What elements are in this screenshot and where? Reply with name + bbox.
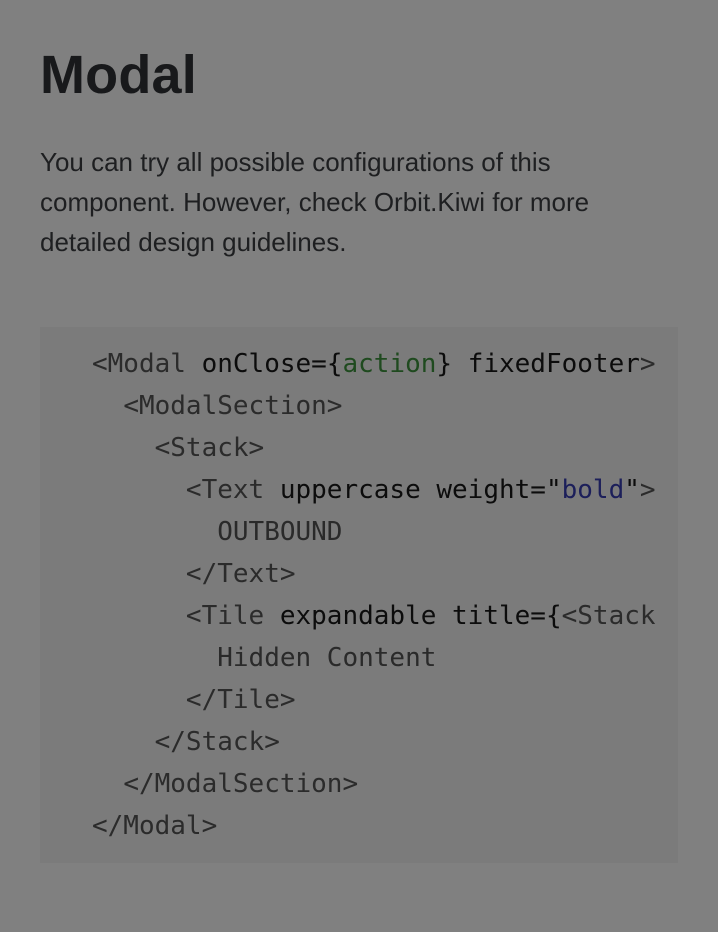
code-token-tag: <ModalSection>: [123, 391, 343, 421]
code-line: <Text uppercase weight="bold">: [92, 469, 656, 511]
code-token-str-green: action: [342, 349, 437, 379]
doc-page: Modal You can try all possible configura…: [40, 42, 678, 262]
code-token-tag: </ModalSection>: [123, 769, 359, 799]
code-token-tag: <Modal: [92, 349, 202, 379]
code-token-tag: >: [639, 475, 656, 505]
code-token-tag: </Text>: [185, 559, 296, 589]
code-token-attr: } fixedFooter: [436, 349, 640, 379]
code-token-tag: <Tile: [185, 601, 280, 631]
code-line: </Modal>: [92, 805, 656, 847]
code-line: <Tile expandable title={<Stack: [92, 595, 656, 637]
code-token-tag: <Stack>: [154, 433, 265, 463]
code-token-attr: onClose=: [201, 349, 327, 379]
code-token-attr: uppercase weight=": [279, 475, 562, 505]
code-line: </Text>: [92, 553, 656, 595]
code-line: </Tile>: [92, 679, 656, 721]
code-token-tag: </Modal>: [92, 811, 218, 841]
code-token-attr: ": [624, 475, 640, 505]
code-token-attr: {: [326, 349, 343, 379]
code-token-tag: <Text: [185, 475, 280, 505]
code-token-tag: </Stack>: [154, 727, 280, 757]
page-description: You can try all possible configurations …: [40, 147, 590, 257]
code-line: OUTBOUND: [92, 511, 656, 553]
code-line: <Stack>: [92, 427, 656, 469]
code-token-tag: >: [639, 349, 656, 379]
code-token-txt: Hidden Content: [217, 643, 437, 673]
code-line: Hidden Content: [92, 637, 656, 679]
code-token-tag: </Tile>: [185, 685, 296, 715]
code-line: <ModalSection>: [92, 385, 656, 427]
page-title: Modal: [40, 45, 197, 105]
code-token-txt: OUTBOUND: [217, 517, 343, 547]
code-listing: <Modal onClose={action} fixedFooter> <Mo…: [92, 343, 656, 847]
code-line: </Stack>: [92, 721, 656, 763]
code-token-str-blue: bold: [561, 475, 625, 505]
code-example-block[interactable]: <Modal onClose={action} fixedFooter> <Mo…: [40, 327, 678, 863]
code-line: </ModalSection>: [92, 763, 656, 805]
code-token-tag: <Stack: [561, 601, 656, 631]
code-line: <Modal onClose={action} fixedFooter>: [92, 343, 656, 385]
code-token-attr: expandable title={: [279, 601, 562, 631]
